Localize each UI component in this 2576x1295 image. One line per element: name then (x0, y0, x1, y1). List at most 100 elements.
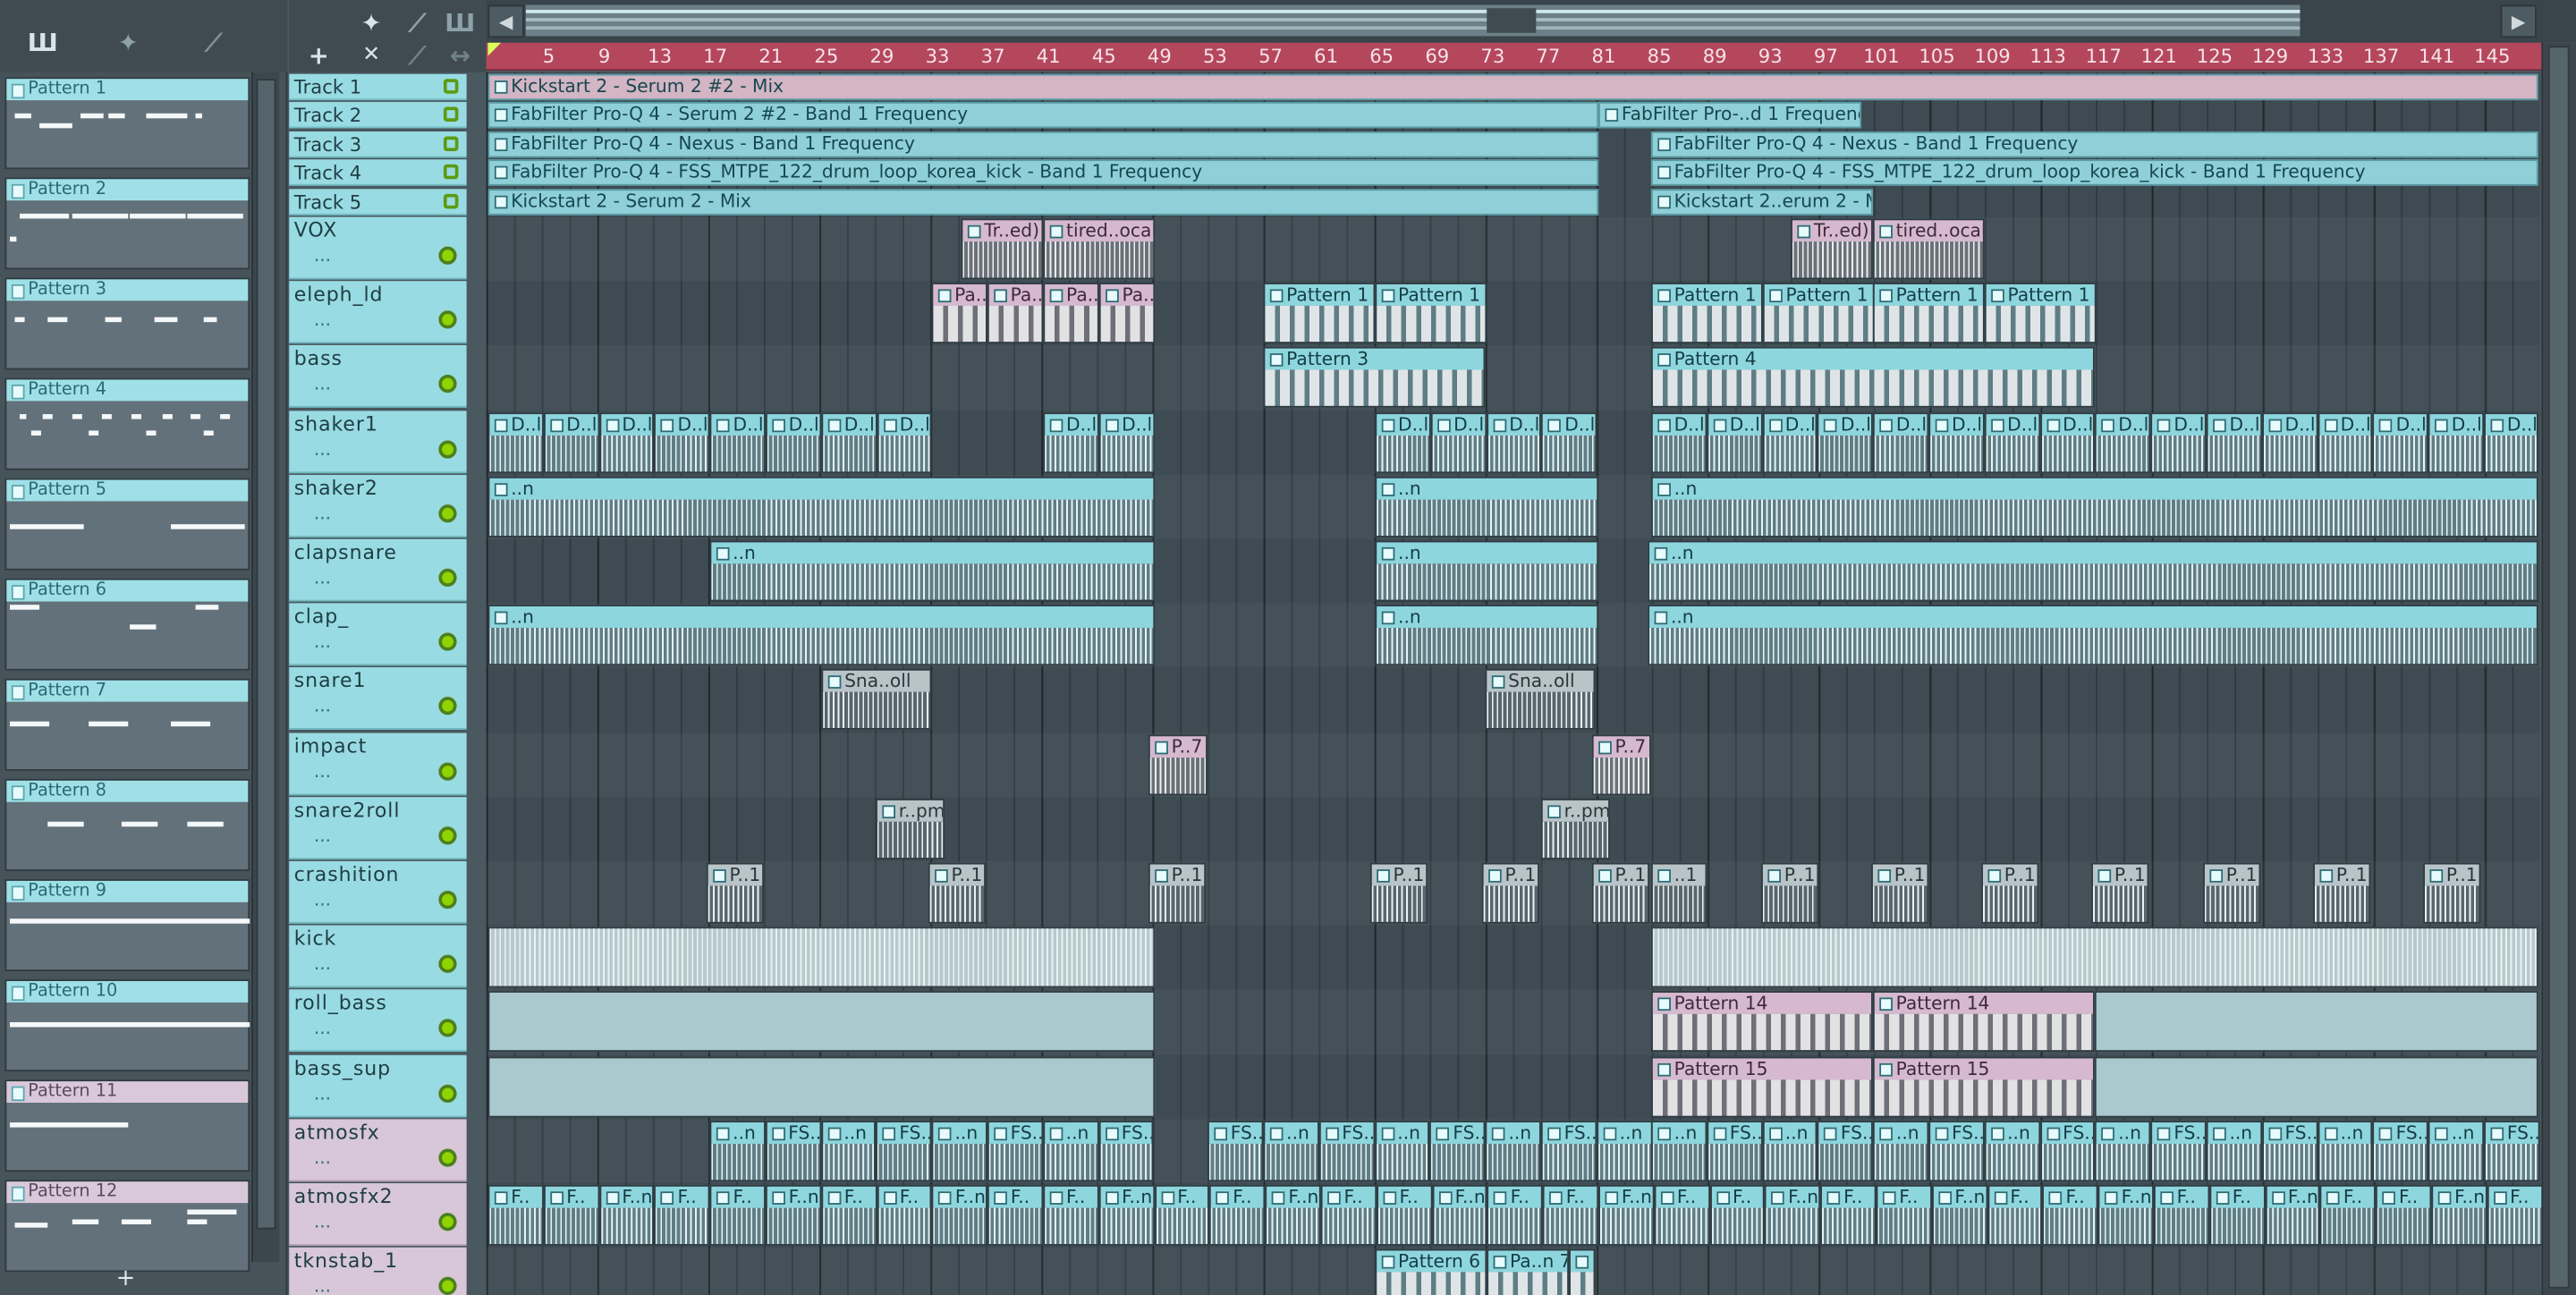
playlist-clip[interactable]: F.. (1654, 1184, 1710, 1246)
playlist-clip[interactable]: ..n (1374, 1120, 1430, 1181)
playlist-clip[interactable]: FabFilter Pro-Q 4 - FSS_MTPE_122_drum_lo… (487, 159, 1599, 186)
automation-track-header[interactable]: Track 4 (289, 159, 467, 186)
bars-view-icon[interactable]: Ш (23, 23, 63, 63)
playlist-clip[interactable]: F.. (2376, 1184, 2432, 1246)
track-header[interactable]: impact... (289, 732, 467, 795)
playlist-clip[interactable]: F.. (1876, 1184, 1932, 1246)
playlist-clip[interactable]: F..n (932, 1184, 988, 1246)
track-mute-led[interactable] (438, 1020, 457, 1038)
playlist-clip[interactable]: Pa.. (1043, 283, 1099, 344)
playlist-clip[interactable]: Pattern 1 (1984, 283, 2097, 344)
playlist-clip[interactable]: Pa.. (931, 283, 987, 344)
picker-scrollbar[interactable] (251, 72, 280, 1263)
playlist-clip[interactable]: FS.. (2039, 1120, 2096, 1181)
playlist-clip[interactable]: Pa..n 7 (1487, 1248, 1570, 1295)
playlist-clip[interactable]: F.. (2042, 1184, 2098, 1246)
playlist-clip[interactable]: D..l (877, 411, 932, 473)
picker-pattern-item[interactable]: Pattern 9 (4, 879, 250, 971)
playlist-clip[interactable]: D..l (2428, 411, 2485, 473)
playlist-clip[interactable]: F..n (1098, 1184, 1155, 1246)
playlist-clip[interactable]: Pattern 15 (1872, 1055, 2095, 1117)
playlist-clip[interactable]: D..l (1650, 411, 1707, 473)
link-icon[interactable]: ⟋ (194, 23, 233, 63)
playlist-clip[interactable]: D..l (2484, 411, 2538, 473)
lock-icon[interactable] (443, 193, 459, 208)
track-mute-led[interactable] (438, 954, 457, 974)
playlist-clip[interactable]: ..n (2428, 1120, 2485, 1181)
track-mute-led[interactable] (438, 825, 457, 845)
track-header[interactable]: VOX... (289, 216, 467, 280)
playlist-clip[interactable]: F.. (1487, 1184, 1544, 1246)
playlist-clip[interactable]: ..n (1984, 1120, 2040, 1181)
playlist-clip[interactable]: D..l (2372, 411, 2429, 473)
playlist-clip[interactable]: F.. (1987, 1184, 2043, 1246)
close-button[interactable]: ✕ (352, 36, 391, 75)
automation-track-header[interactable]: Track 5 (289, 188, 467, 215)
playlist-clip[interactable]: F.. (1320, 1184, 1377, 1246)
playlist-clip[interactable]: ..n (1485, 1120, 1541, 1181)
playlist-clip[interactable]: Pattern 1 (1375, 283, 1487, 344)
playlist-clip[interactable]: F.. (820, 1184, 877, 1246)
playlist-clip[interactable]: P..1 (2091, 862, 2149, 924)
playlist-clip[interactable]: ..n (487, 605, 1156, 666)
playlist-clip[interactable]: F..n (1765, 1184, 1821, 1246)
playlist-clip[interactable]: D..l (1984, 411, 2040, 473)
playlist-clip[interactable]: F.. (654, 1184, 710, 1246)
picker-pattern-item[interactable]: Pattern 6 (4, 578, 250, 671)
track-header[interactable]: bass_sup... (289, 1054, 467, 1117)
playlist-clip[interactable]: FabFilter Pro-Q 4 - Serum 2 #2 - Band 1 … (487, 102, 1599, 130)
playlist-clip[interactable]: ..n (1650, 476, 2538, 537)
playlist-clip[interactable]: P..1 (1481, 862, 1540, 924)
arrows-icon[interactable]: ↔ (440, 36, 479, 75)
playlist-clip[interactable]: FS.. (765, 1120, 821, 1181)
playlist-clip[interactable]: r..pm (1540, 798, 1610, 859)
playlist-clip[interactable]: D..l (709, 411, 766, 473)
playlist-clip[interactable]: F.. (709, 1184, 766, 1246)
slice-icon[interactable]: ⟋ (397, 36, 436, 75)
playlist-clip[interactable]: ..n (709, 1120, 766, 1181)
playlist-clip[interactable]: Kickstart 2..erum 2 - Mix (1650, 188, 1873, 215)
playlist-clip[interactable]: D..l (1486, 411, 1542, 473)
lock-icon[interactable] (443, 79, 459, 94)
kick-audio-clip[interactable] (487, 927, 1156, 988)
playlist-clip[interactable]: Pattern 4 (1650, 347, 2095, 409)
playlist-clip[interactable]: F..n (2265, 1184, 2321, 1246)
playlist-clip[interactable]: FS.. (2261, 1120, 2318, 1181)
playlist-clip[interactable]: P..1 (1591, 862, 1650, 924)
track-header[interactable]: roll_bass... (289, 989, 467, 1053)
track-header[interactable]: tknstab_1... (289, 1248, 467, 1295)
playlist-clip[interactable]: FS.. (2484, 1120, 2540, 1181)
picker-pattern-item[interactable]: Pattern 5 (4, 478, 250, 571)
playhead-marker[interactable] (487, 42, 502, 56)
playlist-clip[interactable]: ..n (931, 1120, 987, 1181)
playlist-clip[interactable]: D..l (2206, 411, 2262, 473)
lock-icon[interactable] (443, 136, 459, 151)
playlist-clip[interactable]: F..n (1598, 1184, 1655, 1246)
playlist-clip[interactable]: D..l (1430, 411, 1487, 473)
track-mute-led[interactable] (438, 310, 457, 329)
playlist-clip[interactable]: FS.. (1207, 1120, 1264, 1181)
playlist-clip[interactable]: F.. (1569, 1248, 1596, 1295)
picker-pattern-item[interactable]: Pattern 8 (4, 779, 250, 871)
playlist-clip[interactable]: D..l (1762, 411, 1818, 473)
playlist-clip[interactable]: F.. (1209, 1184, 1266, 1246)
playlist-clip[interactable]: ..n (709, 540, 1156, 602)
bass-sup-clip[interactable] (487, 1055, 1156, 1117)
playlist-clip[interactable]: ..n (820, 1120, 877, 1181)
playlist-clip[interactable]: Pattern 15 (1650, 1055, 1873, 1117)
playlist-clip[interactable]: FS.. (876, 1120, 932, 1181)
playlist-clip[interactable]: F.. (543, 1184, 599, 1246)
playlist-clip[interactable]: P..1 (928, 862, 987, 924)
playlist-clip[interactable]: FabFilter Pro-Q 4 - Nexus - Band 1 Frequ… (487, 131, 1599, 158)
playlist-clip[interactable]: F..n (2431, 1184, 2487, 1246)
playlist-clip[interactable]: FS.. (1098, 1120, 1155, 1181)
picker-pattern-item[interactable]: Pattern 1 (4, 77, 250, 170)
playlist-clip[interactable]: D..l (2039, 411, 2096, 473)
track-header[interactable]: crashition... (289, 860, 467, 924)
playlist-clip[interactable]: ..n (1873, 1120, 1929, 1181)
track-header[interactable]: eleph_ld... (289, 281, 467, 344)
playlist-clip[interactable]: D..l (765, 411, 821, 473)
playlist-clip[interactable]: P..7 (1148, 733, 1208, 795)
playlist-clip[interactable]: F..n (1931, 1184, 1987, 1246)
lock-icon[interactable] (443, 107, 459, 123)
